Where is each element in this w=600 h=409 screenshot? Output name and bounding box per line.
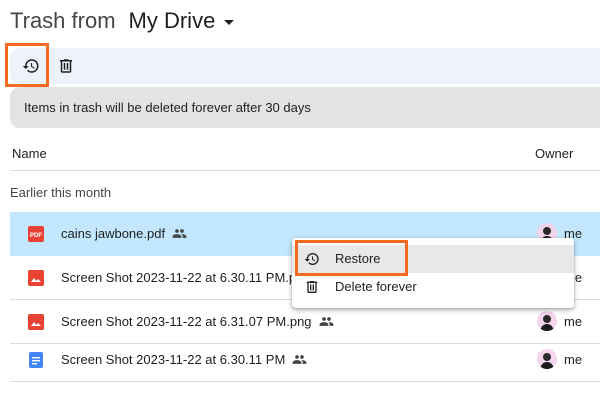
- column-name[interactable]: Name: [12, 146, 47, 161]
- title-prefix: Trash from: [10, 8, 116, 33]
- delete-forever-button[interactable]: [50, 50, 82, 82]
- menu-item-label: Restore: [335, 251, 381, 266]
- drive-selector[interactable]: My Drive: [129, 8, 235, 34]
- avatar: [537, 349, 557, 369]
- file-name: cains jawbone.pdf: [61, 226, 187, 241]
- selection-toolbar: [10, 48, 600, 84]
- section-label: Earlier this month: [10, 185, 112, 200]
- banner-text: Items in trash will be deleted forever a…: [24, 100, 311, 115]
- pdf-icon: PDF: [28, 226, 44, 242]
- restore-history-icon: [304, 253, 319, 265]
- owner-name: me: [564, 352, 583, 367]
- menu-item-delete-forever[interactable]: Delete forever: [292, 273, 574, 301]
- avatar: [537, 311, 557, 331]
- trash-icon: [306, 281, 318, 293]
- menu-item-restore[interactable]: Restore: [292, 245, 574, 273]
- file-name: Screen Shot 2023-11-22 at 6.31.07 PM.png: [61, 314, 334, 329]
- file-name: Screen Shot 2023-11-22 at 6.30.11 PM: [61, 352, 307, 367]
- shared-people-icon: [292, 355, 307, 364]
- doc-icon: [29, 352, 43, 368]
- trash-icon: [60, 59, 72, 73]
- table-row[interactable]: Screen Shot 2023-11-22 at 6.30.11 PM me: [10, 338, 600, 382]
- restore-history-icon: [22, 59, 39, 73]
- column-owner[interactable]: Owner: [535, 146, 573, 161]
- restore-button[interactable]: [15, 50, 47, 82]
- context-menu: Restore Delete forever: [292, 238, 574, 308]
- trash-info-banner: Items in trash will be deleted forever a…: [10, 87, 600, 128]
- page-title: Trash from My Drive: [10, 6, 235, 36]
- owner-name: me: [564, 314, 583, 329]
- image-icon: [28, 270, 44, 286]
- drive-selector-label: My Drive: [128, 8, 216, 33]
- menu-item-label: Delete forever: [335, 279, 417, 294]
- image-icon: [28, 314, 44, 330]
- svg-text:PDF: PDF: [30, 233, 42, 239]
- column-header: Name Owner: [10, 140, 600, 171]
- shared-people-icon: [172, 229, 187, 238]
- shared-people-icon: [319, 317, 333, 326]
- caret-down-icon: [224, 19, 235, 25]
